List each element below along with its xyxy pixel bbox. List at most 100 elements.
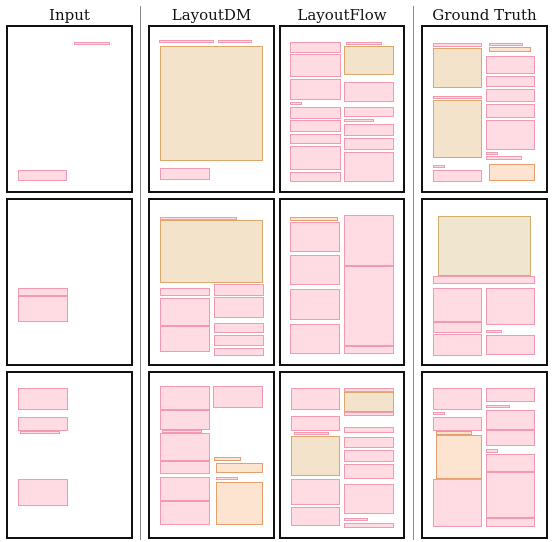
layout-box [291,388,340,410]
header-layoutflow: LayoutFlow [297,6,387,24]
panel-layoutdm-row1 [148,25,275,193]
layout-box [18,417,68,431]
layout-box [160,477,210,501]
layout-box [18,479,68,506]
layout-box [433,48,482,88]
layout-box [486,330,502,333]
layout-box [346,42,382,45]
layout-box [344,138,394,150]
layout-box [486,120,535,150]
layout-box [486,56,535,74]
layout-box [18,170,67,181]
layout-box [486,454,535,472]
layout-box [433,417,482,431]
layout-box [290,146,341,170]
layout-box [290,255,340,285]
layout-box [18,388,68,410]
layout-box [291,436,340,476]
layout-box [433,100,482,158]
layout-box [486,76,535,87]
layout-box [160,220,263,283]
separator-right [413,6,414,540]
layout-box [160,326,210,352]
layout-box [290,102,302,105]
layout-box [344,392,394,412]
layout-box [290,289,340,320]
layout-box [160,46,263,161]
layout-box [344,523,394,528]
panel-input-row2 [6,198,133,366]
layout-box [433,96,482,99]
layout-box [433,288,482,322]
figure: Input LayoutDM LayoutFlow Ground Truth [0,0,553,542]
layout-box [74,42,110,45]
layout-box [433,412,445,415]
panel-ground-truth-row3 [421,371,548,539]
layout-box [290,217,338,221]
layout-box [214,457,241,461]
layout-box [290,324,340,354]
layout-box [160,501,210,525]
layout-box [486,449,498,453]
layout-box [486,152,498,155]
layout-box [486,405,510,408]
layout-box [160,386,210,410]
layout-box [486,104,535,118]
layout-box [290,54,341,77]
layout-box [344,346,394,354]
separator-left [140,6,141,540]
panel-layoutdm-row3 [148,371,275,539]
layout-box [290,107,341,119]
panel-input-row1 [6,25,133,193]
layout-box [344,215,394,266]
layout-box [436,435,482,479]
layout-box [290,42,341,53]
layout-box [291,507,340,526]
layout-box [213,386,263,408]
layout-box [486,156,522,160]
panel-layoutdm-row2 [148,198,275,366]
layout-box [294,432,329,435]
layout-box [433,165,445,168]
panel-layoutflow-row2 [279,198,405,366]
layout-box [160,461,210,474]
layout-box [344,518,368,521]
layout-box [344,412,394,416]
layout-box [160,298,210,326]
layout-box [344,82,394,102]
layout-box [344,484,394,514]
layout-box [344,124,394,136]
layout-box [486,518,535,527]
layout-box [18,296,68,322]
header-ground-truth: Ground Truth [432,6,537,24]
layout-box [290,222,340,252]
layout-box [489,43,523,46]
layout-box [489,164,535,181]
layout-box [291,416,340,431]
layout-box [344,107,394,117]
layout-box [344,119,374,122]
layout-box [433,276,535,284]
layout-box [290,172,341,182]
layout-box [344,152,394,182]
layout-box [344,464,394,479]
layout-box [433,43,482,47]
layout-box [216,477,238,480]
panel-layoutflow-row1 [279,25,405,193]
layout-box [344,46,394,75]
layout-box [486,472,535,518]
layout-box [18,288,68,296]
layout-box [214,348,264,356]
panel-layoutflow-row3 [279,371,405,539]
layout-box [486,335,535,355]
layout-box [344,427,394,433]
layout-box [214,297,264,318]
header-input: Input [49,6,90,24]
layout-box [214,323,264,333]
panel-input-row3 [6,371,133,539]
layout-box [214,335,264,346]
panel-ground-truth-row1 [421,25,548,193]
layout-box [160,410,210,430]
panel-ground-truth-row2 [421,198,548,366]
layout-box [486,388,535,402]
